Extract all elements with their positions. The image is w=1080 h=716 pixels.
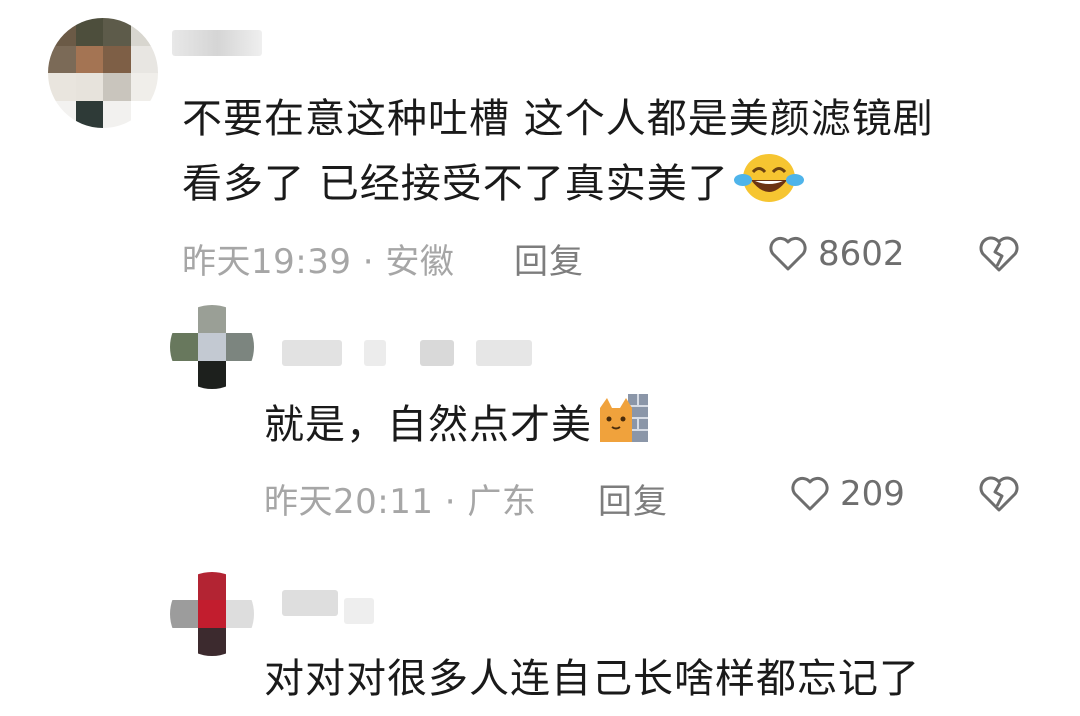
username-censored[interactable] [420,340,454,366]
username-censored[interactable] [476,340,532,366]
meta-separator: · [444,482,457,522]
username-censored[interactable] [344,598,374,624]
avatar[interactable] [170,572,254,656]
avatar[interactable] [48,18,158,128]
like-count: 8602 [818,234,905,274]
username-censored[interactable] [282,590,338,616]
laughing-crying-emoji-icon [733,150,805,222]
username-censored[interactable] [364,340,386,366]
comment-text: 就是，自然点才美 [264,392,648,462]
comment-text: 对对对很多人连自己长啥样都忘记了 [264,656,920,702]
reply-button[interactable]: 回复 [598,474,668,523]
avatar[interactable] [170,305,254,389]
comment-text-line: 不要在意这种吐槽 这个人都是美颜滤镜剧 [182,96,934,142]
comment-text: 不要在意这种吐槽 这个人都是美颜滤镜剧 看多了 已经接受不了真实美了 [182,88,934,222]
comment-time: 昨天20:11 [264,482,434,522]
comment-location: 广东 [467,482,537,522]
cat-peeking-emoji-icon [598,392,648,462]
comment-text-line: 看多了 已经接受不了真实美了 [182,150,934,222]
dislike-broken-heart-icon[interactable] [978,476,1020,514]
like-count: 209 [840,474,905,514]
comment-time: 昨天19:39 [182,242,352,282]
heart-icon [791,476,829,511]
like-button[interactable]: 209 [790,474,905,514]
comment-meta: 昨天19:39 · 安徽 [182,234,454,283]
username-censored[interactable] [282,340,342,366]
like-button[interactable]: 8602 [768,234,905,274]
meta-separator: · [362,242,375,282]
comment-meta: 昨天20:11 · 广东 [264,474,536,523]
username-censored[interactable] [172,30,262,56]
heart-icon [769,236,807,271]
reply-button[interactable]: 回复 [514,234,584,283]
comment-location: 安徽 [385,242,455,282]
dislike-broken-heart-icon[interactable] [978,236,1020,274]
